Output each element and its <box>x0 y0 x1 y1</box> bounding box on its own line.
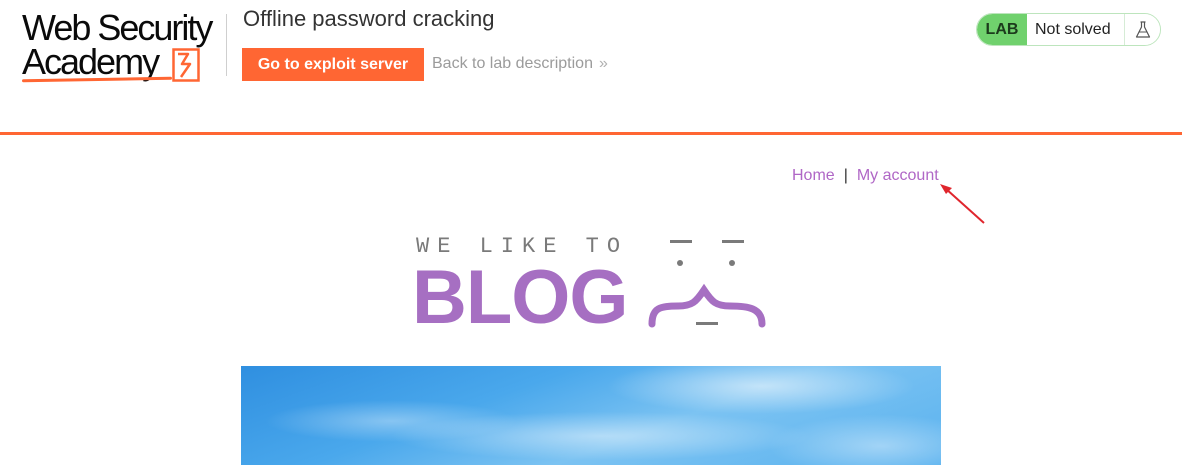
blog-hero-sky-image <box>241 366 941 465</box>
blog-header-banner: WE LIKE TO BLOG <box>410 234 780 340</box>
nav-home-link[interactable]: Home <box>792 167 835 184</box>
academy-header: Web Security Academy Offline password cr… <box>0 0 1182 135</box>
web-security-academy-logo[interactable]: Web Security Academy <box>21 10 222 86</box>
back-link-label: Back to lab description <box>432 55 593 72</box>
nav-my-account-link[interactable]: My account <box>857 167 939 184</box>
logo-text-line2: Academy <box>22 41 160 82</box>
logo-lightning-icon <box>172 48 200 82</box>
blog-face-icon <box>648 240 766 328</box>
blog-navigation: Home | My account <box>792 167 939 185</box>
blog-title: BLOG <box>412 255 629 340</box>
flask-icon <box>1124 14 1160 45</box>
lab-status-text: Not solved <box>1027 14 1124 45</box>
back-to-lab-description-link[interactable]: Back to lab description » <box>432 55 608 73</box>
go-to-exploit-server-button[interactable]: Go to exploit server <box>242 48 424 81</box>
nav-separator: | <box>843 167 848 184</box>
lab-status-widget: LAB Not solved <box>976 13 1161 46</box>
double-chevron-right-icon: » <box>598 55 608 72</box>
annotation-arrow-icon <box>940 184 985 224</box>
header-divider <box>226 14 227 76</box>
lab-title: Offline password cracking <box>243 6 495 31</box>
lab-badge: LAB <box>977 14 1027 45</box>
